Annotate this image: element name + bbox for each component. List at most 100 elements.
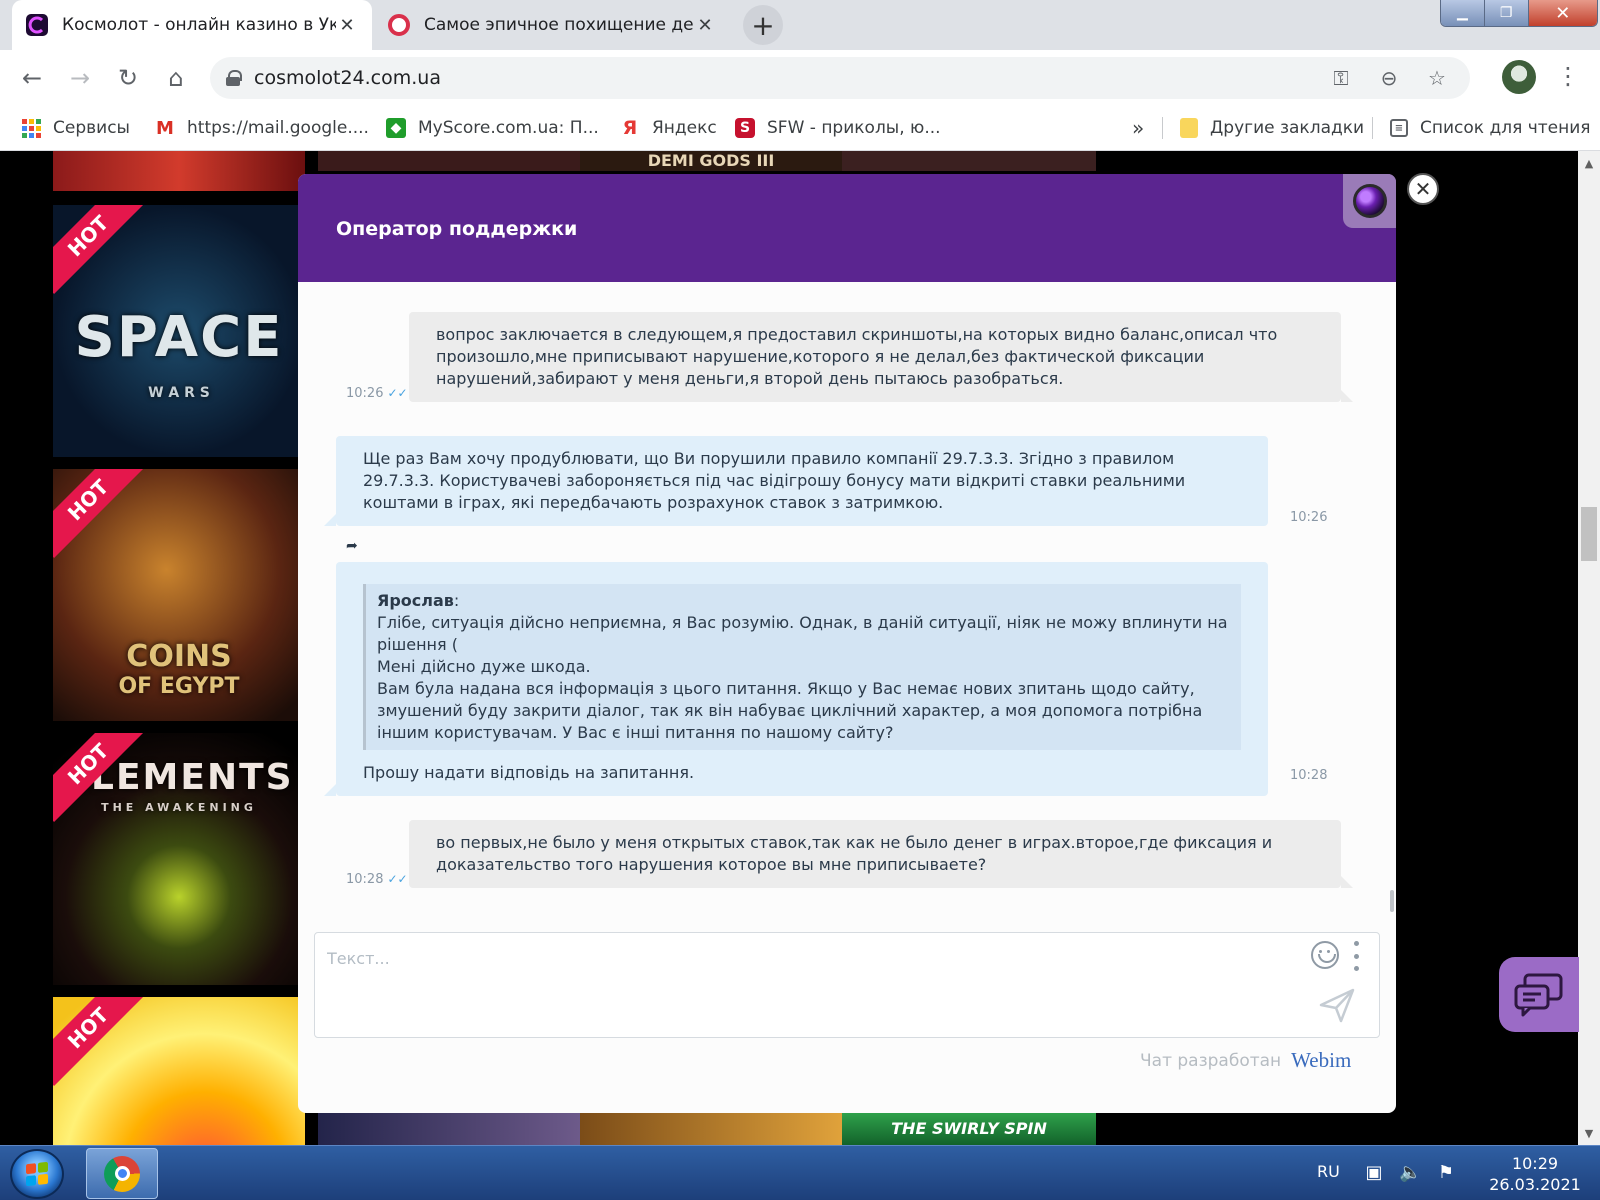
reply-icon[interactable]: ➦ [346, 538, 358, 554]
key-icon[interactable]: ⚿ [1324, 66, 1358, 90]
action-center-flag-icon[interactable]: ⚑ [1435, 1162, 1457, 1184]
chat-scrollbar[interactable] [1390, 890, 1394, 912]
zoom-icon[interactable]: ⊖ [1372, 66, 1406, 90]
more-options-icon[interactable] [1351, 941, 1361, 971]
home-button[interactable]: ⌂ [158, 60, 194, 96]
message-input[interactable] [327, 945, 1267, 971]
url-text[interactable]: cosmolot24.com.ua [254, 67, 1310, 89]
game-thumbnail-bottom[interactable] [580, 1113, 842, 1145]
reload-button[interactable]: ↻ [110, 60, 146, 96]
windows-logo-icon [26, 1161, 48, 1187]
start-button[interactable] [10, 1149, 64, 1199]
game-thumbnail-top[interactable] [842, 151, 1096, 171]
forward-button[interactable]: → [62, 60, 98, 96]
bookmark-yandex[interactable]: Я Яндекс [620, 114, 717, 142]
tab-title: Самое эпичное похищение денег [424, 15, 694, 35]
bookmark-label: Другие закладки [1210, 118, 1365, 138]
scroll-up-icon[interactable]: ▲ [1578, 157, 1600, 170]
profile-avatar[interactable] [1502, 60, 1536, 94]
game-thumbnail-fruits[interactable]: HOT [53, 997, 305, 1145]
send-icon[interactable] [1317, 985, 1357, 1025]
clock-time: 10:29 [1511, 1154, 1559, 1173]
game-subtitle: THE AWAKENING [101, 801, 257, 814]
close-tab-icon[interactable]: ✕ [336, 15, 358, 36]
network-icon[interactable]: ▣ [1363, 1162, 1385, 1184]
system-clock[interactable]: 10:29 26.03.2021 [1480, 1153, 1590, 1195]
emoji-icon[interactable] [1311, 941, 1339, 969]
video-favicon-icon [388, 14, 410, 36]
game-thumbnail-elements[interactable]: ELEMENTS THE AWAKENING HOT [53, 733, 305, 985]
volume-icon[interactable]: 🔈 [1399, 1162, 1421, 1184]
game-thumbnail-coins-of-egypt[interactable]: COINS OF EGYPT HOT [53, 469, 305, 721]
quote-line: Мені дійсно дуже шкода. [377, 657, 591, 676]
game-title: SPACE [74, 305, 284, 370]
bookmark-label: MyScore.com.ua: П... [418, 118, 599, 138]
windows-taskbar: RU ▣ 🔈 ⚑ 10:29 26.03.2021 [0, 1145, 1600, 1200]
message-outgoing: во первых,не было у меня открытых ставок… [409, 820, 1353, 888]
game-title: COINS [126, 639, 232, 674]
scrollbar-thumb[interactable] [1581, 507, 1597, 561]
close-window-button[interactable]: ✕ [1528, 0, 1597, 26]
bookmark-label: https://mail.google.... [187, 118, 369, 138]
bookmark-star-icon[interactable]: ☆ [1420, 66, 1454, 90]
tab-strip: Космолот - онлайн казино в Україні ✕ Сам… [0, 0, 1600, 50]
tab-cosmolot[interactable]: Космолот - онлайн казино в Україні ✕ [12, 0, 372, 50]
quote-line: Вам була надана вся інформація з цього п… [377, 679, 1203, 742]
minimize-button[interactable]: ▁ [1441, 0, 1485, 26]
quote-author: Ярослав [377, 591, 454, 610]
bookmarks-bar: Сервисы M https://mail.google.... ◆ MySc… [0, 105, 1600, 151]
window-controls: ▁ ❐ ✕ [1440, 0, 1598, 27]
browser-toolbar: ← → ↻ ⌂ cosmolot24.com.ua ⚿ ⊖ ☆ ⋮ [0, 50, 1600, 105]
gmail-icon: M [155, 117, 175, 139]
chat-launcher-button[interactable] [1499, 957, 1579, 1032]
back-button[interactable]: ← [14, 60, 50, 96]
language-indicator[interactable]: RU [1317, 1162, 1340, 1181]
bookmark-label: Яндекс [652, 118, 717, 138]
message-outgoing: вопрос заключается в следующем,я предост… [409, 312, 1353, 402]
game-thumbnail-space-wars[interactable]: SPACE W A R S HOT [53, 205, 305, 457]
bookmark-gmail[interactable]: M https://mail.google.... [155, 114, 369, 142]
chat-bubbles-icon [1514, 973, 1563, 1016]
time-text: 10:28 [346, 872, 384, 887]
scroll-down-icon[interactable]: ▼ [1578, 1127, 1600, 1140]
page-scrollbar[interactable]: ▲ ▼ [1578, 151, 1600, 1145]
bookmarks-separator [1372, 117, 1373, 139]
game-thumbnail-bottom[interactable]: THE SWIRLY SPIN [842, 1113, 1096, 1145]
astronaut-helmet-icon [1352, 184, 1387, 218]
game-subtitle: OF EGYPT [118, 674, 240, 699]
support-chat-window: Оператор поддержки вопрос заключается в … [298, 174, 1396, 1113]
reading-list-button[interactable]: ≡ Список для чтения [1390, 114, 1591, 142]
message-composer [314, 932, 1380, 1038]
message-text: Ще раз Вам хочу продублювати, що Ви пору… [363, 449, 1186, 512]
webim-logo[interactable]: Webim [1291, 1048, 1351, 1073]
quoted-message: Ярослав: Глібе, ситуація дійсно неприємн… [363, 584, 1241, 750]
new-tab-button[interactable]: + [743, 5, 783, 45]
chrome-icon [104, 1155, 140, 1192]
lock-icon[interactable] [226, 70, 242, 86]
bookmark-myscore[interactable]: ◆ MyScore.com.ua: П... [386, 114, 599, 142]
close-tab-icon[interactable]: ✕ [694, 15, 716, 36]
message-time: 10:26 ✓✓ [346, 386, 408, 401]
chat-title: Оператор поддержки [336, 218, 578, 240]
game-thumbnail-top[interactable] [53, 151, 305, 191]
reading-list-icon: ≡ [1390, 119, 1408, 137]
close-chat-button[interactable]: ✕ [1407, 173, 1439, 205]
message-text: Прошу надати відповідь на запитання. [363, 763, 695, 782]
browser-menu-icon[interactable]: ⋮ [1556, 62, 1580, 94]
sfw-icon: S [735, 118, 755, 138]
bookmark-sfw[interactable]: S SFW - приколы, ю... [735, 114, 941, 142]
game-thumbnail-top[interactable] [318, 151, 580, 171]
game-thumbnail-bottom[interactable] [318, 1113, 580, 1145]
maximize-button[interactable]: ❐ [1484, 0, 1529, 26]
game-thumbnail-top[interactable]: DEMI GODS III [580, 151, 842, 171]
hot-badge: HOT [53, 469, 146, 558]
bookmarks-overflow-button[interactable]: » [1132, 114, 1144, 142]
bookmark-other-folder[interactable]: Другие закладки [1180, 114, 1364, 142]
time-text: 10:26 [346, 386, 384, 401]
taskbar-chrome-button[interactable] [86, 1148, 158, 1199]
bookmark-label: SFW - приколы, ю... [767, 118, 941, 138]
bookmark-apps[interactable]: Сервисы [22, 114, 130, 142]
tab-video[interactable]: Самое эпичное похищение денег ✕ [374, 0, 730, 50]
address-bar[interactable]: cosmolot24.com.ua ⚿ ⊖ ☆ [210, 57, 1470, 99]
message-time: 10:28 [1290, 768, 1328, 783]
